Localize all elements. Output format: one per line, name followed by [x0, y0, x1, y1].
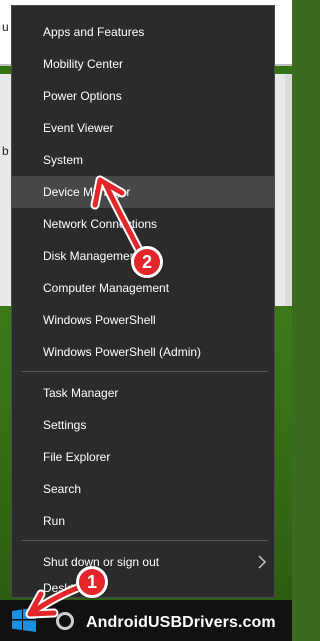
watermark: AndroidUSBDrivers.com: [86, 614, 276, 631]
step-2-badge: 2: [131, 246, 163, 278]
annotation-arrows: [25, 175, 145, 619]
step-1-badge: 1: [76, 566, 108, 598]
